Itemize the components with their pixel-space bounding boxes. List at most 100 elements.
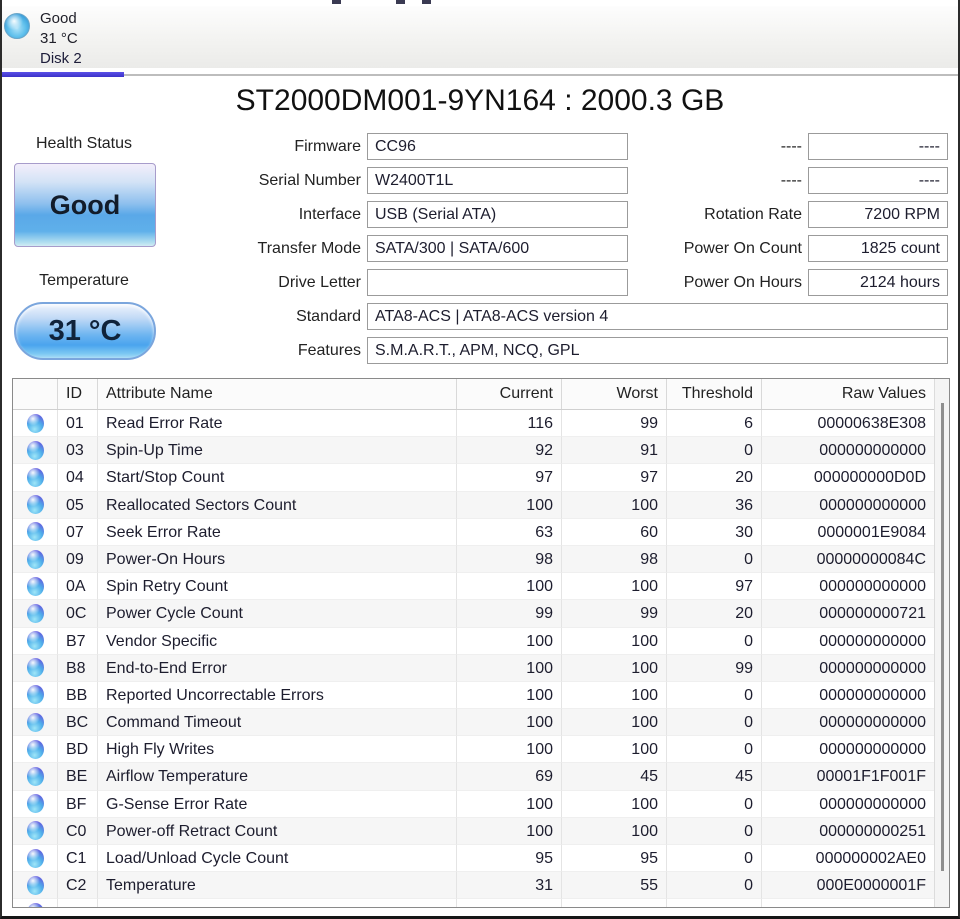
cropped-menu-text — [332, 0, 341, 4]
cell-raw: 000000000000 — [762, 655, 934, 682]
attribute-status-orb-icon — [27, 522, 44, 541]
field-value-box[interactable] — [367, 269, 628, 296]
header-attribute-name[interactable]: Attribute Name — [98, 379, 457, 409]
cell-threshold — [667, 899, 762, 908]
smart-table-header: IDAttribute NameCurrentWorstThresholdRaw… — [13, 379, 934, 410]
temperature-button[interactable]: 31 °C — [14, 302, 156, 360]
field-value-box[interactable]: SATA/300 | SATA/600 — [367, 235, 628, 262]
health-status-button[interactable]: Good — [14, 163, 156, 247]
table-vertical-scrollbar[interactable] — [934, 379, 949, 907]
header-id[interactable]: ID — [58, 379, 98, 409]
attribute-status-orb-icon — [27, 550, 44, 569]
cell-raw: 00000638E308 — [762, 410, 934, 437]
table-row[interactable]: 07Seek Error Rate6360300000001E9084 — [13, 519, 934, 546]
cell-id: 0A — [58, 573, 98, 600]
header-current[interactable]: Current — [457, 379, 562, 409]
header-status-column[interactable] — [13, 379, 58, 409]
cell-id: BC — [58, 709, 98, 736]
table-row[interactable]: BDHigh Fly Writes1001000000000000000 — [13, 736, 934, 763]
status-cell — [13, 492, 58, 519]
cell-name: Load/Unload Cycle Count — [98, 845, 457, 872]
attribute-status-orb-icon — [27, 876, 44, 895]
cell-raw: 0000001E9084 — [762, 519, 934, 546]
cell-worst: 95 — [562, 845, 667, 872]
cell-worst: 100 — [562, 492, 667, 519]
field-value-box[interactable]: S.M.A.R.T., APM, NCQ, GPL — [367, 337, 948, 364]
table-row[interactable]: 0CPower Cycle Count999920000000000721 — [13, 600, 934, 627]
table-row[interactable]: C2Temperature31550000E0000001F — [13, 872, 934, 899]
cell-current: 99 — [457, 600, 562, 627]
table-row[interactable]: 03Spin-Up Time92910000000000000 — [13, 437, 934, 464]
table-row-partial[interactable] — [13, 899, 934, 908]
cell-current: 100 — [457, 791, 562, 818]
cell-raw: 000000000000 — [762, 791, 934, 818]
table-row[interactable]: C0Power-off Retract Count100100000000000… — [13, 818, 934, 845]
cell-worst: 99 — [562, 600, 667, 627]
attribute-status-orb-icon — [27, 740, 44, 759]
cell-name: Airflow Temperature — [98, 763, 457, 790]
table-row[interactable]: BBReported Uncorrectable Errors100100000… — [13, 682, 934, 709]
smart-attributes-table: IDAttribute NameCurrentWorstThresholdRaw… — [12, 378, 950, 908]
cell-raw: 00000000084C — [762, 546, 934, 573]
status-cell — [13, 655, 58, 682]
cell-id: 01 — [58, 410, 98, 437]
cell-current: 100 — [457, 573, 562, 600]
table-row[interactable]: BFG-Sense Error Rate1001000000000000000 — [13, 791, 934, 818]
stat-value-box[interactable]: 1825 count — [808, 235, 948, 262]
table-row[interactable]: 01Read Error Rate11699600000638E308 — [13, 410, 934, 437]
cell-threshold: 97 — [667, 573, 762, 600]
cell-worst: 100 — [562, 736, 667, 763]
cell-threshold: 6 — [667, 410, 762, 437]
table-row[interactable]: 09Power-On Hours9898000000000084C — [13, 546, 934, 573]
status-cell — [13, 899, 58, 908]
stat-value-box[interactable]: 2124 hours — [808, 269, 948, 296]
attribute-status-orb-icon — [27, 713, 44, 732]
table-row[interactable]: B8End-to-End Error10010099000000000000 — [13, 655, 934, 682]
header-threshold[interactable]: Threshold — [667, 379, 762, 409]
table-row[interactable]: BEAirflow Temperature69454500001F1F001F — [13, 763, 934, 790]
cell-id: BB — [58, 682, 98, 709]
scrollbar-thumb[interactable] — [941, 403, 944, 871]
table-row[interactable]: 04Start/Stop Count979720000000000D0D — [13, 464, 934, 491]
table-row[interactable]: BCCommand Timeout1001000000000000000 — [13, 709, 934, 736]
cell-current: 100 — [457, 628, 562, 655]
cell-id: 0C — [58, 600, 98, 627]
cell-worst: 98 — [562, 546, 667, 573]
table-row[interactable]: 0ASpin Retry Count10010097000000000000 — [13, 573, 934, 600]
disk-tab-disk2[interactable]: Good 31 °C Disk 2 — [2, 6, 124, 68]
attribute-status-orb-icon — [27, 821, 44, 840]
field-value-box[interactable]: CC96 — [367, 133, 628, 160]
attribute-status-orb-icon — [27, 631, 44, 650]
table-row[interactable]: 05Reallocated Sectors Count1001003600000… — [13, 492, 934, 519]
cell-raw — [762, 899, 934, 908]
table-row[interactable]: C1Load/Unload Cycle Count95950000000002A… — [13, 845, 934, 872]
cell-id: BF — [58, 791, 98, 818]
field-label: Serial Number — [259, 167, 367, 194]
tab-health-status: Good — [40, 9, 82, 29]
stat-value-box[interactable]: 7200 RPM — [808, 201, 948, 228]
field-value-box[interactable]: ATA8-ACS | ATA8-ACS version 4 — [367, 303, 948, 330]
stat-value-box[interactable]: ---- — [808, 133, 948, 160]
attribute-status-orb-icon — [27, 495, 44, 514]
cell-name — [98, 899, 457, 908]
header-raw-values[interactable]: Raw Values — [762, 379, 934, 409]
cell-threshold: 0 — [667, 546, 762, 573]
field-value-box[interactable]: W2400T1L — [367, 167, 628, 194]
stat-value-box[interactable]: ---- — [808, 167, 948, 194]
status-cell — [13, 546, 58, 573]
cell-worst: 97 — [562, 464, 667, 491]
attribute-status-orb-icon — [27, 849, 44, 868]
cell-id: 03 — [58, 437, 98, 464]
cell-worst: 100 — [562, 573, 667, 600]
status-cell — [13, 682, 58, 709]
cell-threshold: 0 — [667, 628, 762, 655]
cell-worst: 100 — [562, 818, 667, 845]
header-worst[interactable]: Worst — [562, 379, 667, 409]
cell-current: 63 — [457, 519, 562, 546]
cell-raw: 000000002AE0 — [762, 845, 934, 872]
table-row[interactable]: B7Vendor Specific1001000000000000000 — [13, 628, 934, 655]
cell-worst: 60 — [562, 519, 667, 546]
field-value-box[interactable]: USB (Serial ATA) — [367, 201, 628, 228]
attribute-status-orb-icon — [27, 794, 44, 813]
cell-current: 69 — [457, 763, 562, 790]
